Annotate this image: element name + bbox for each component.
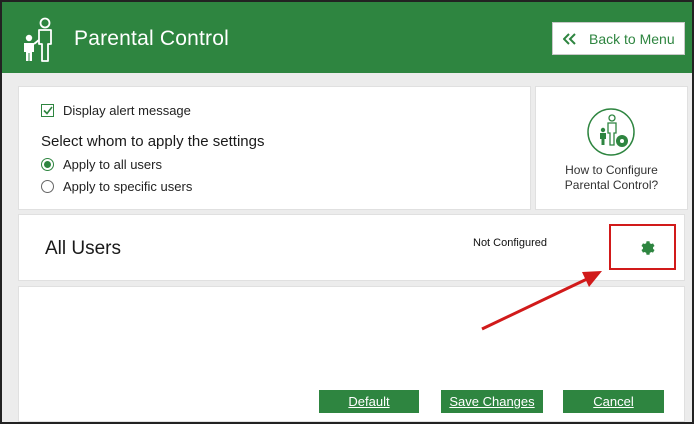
cancel-button[interactable]: Cancel (563, 390, 664, 413)
parental-control-window: Parental Control Back to Menu Display al… (0, 0, 694, 424)
how-to-configure-text[interactable]: How to Configure Parental Control? (536, 163, 687, 193)
checkbox-box[interactable] (41, 104, 54, 117)
radio-apply-all-label: Apply to all users (63, 157, 162, 172)
radio-apply-all-users[interactable]: Apply to all users (41, 157, 162, 172)
default-button[interactable]: Default (319, 390, 419, 413)
back-to-menu-button[interactable]: Back to Menu (552, 22, 685, 55)
status-text: Not Configured (473, 237, 547, 249)
users-row: All Users Not Configured (18, 214, 685, 281)
help-line-2: Parental Control? (564, 178, 659, 192)
chevron-double-left-icon (563, 32, 577, 45)
save-changes-button[interactable]: Save Changes (441, 390, 543, 413)
radio-button-selected[interactable] (41, 158, 54, 171)
how-to-configure-link[interactable]: How to Configure Parental Control? (535, 86, 688, 210)
settings-panel: Display alert message Select whom to app… (18, 86, 531, 210)
display-alert-checkbox[interactable]: Display alert message (41, 103, 191, 118)
help-line-1: How to Configure (565, 163, 658, 177)
back-to-menu-label: Back to Menu (589, 30, 675, 47)
radio-apply-specific-label: Apply to specific users (63, 179, 193, 194)
users-title: All Users (45, 238, 122, 259)
display-alert-label: Display alert message (63, 103, 191, 118)
checkmark-icon (42, 106, 53, 115)
radio-button-unselected[interactable] (41, 180, 54, 193)
annotation-highlight-box (609, 224, 676, 270)
radio-apply-specific-users[interactable]: Apply to specific users (41, 179, 192, 194)
header-bar: Parental Control Back to Menu (2, 2, 692, 73)
help-config-icon (587, 108, 635, 156)
parent-child-icon (24, 17, 52, 62)
page-title: Parental Control (74, 27, 229, 50)
apply-settings-heading: Select whom to apply the settings (41, 133, 265, 150)
